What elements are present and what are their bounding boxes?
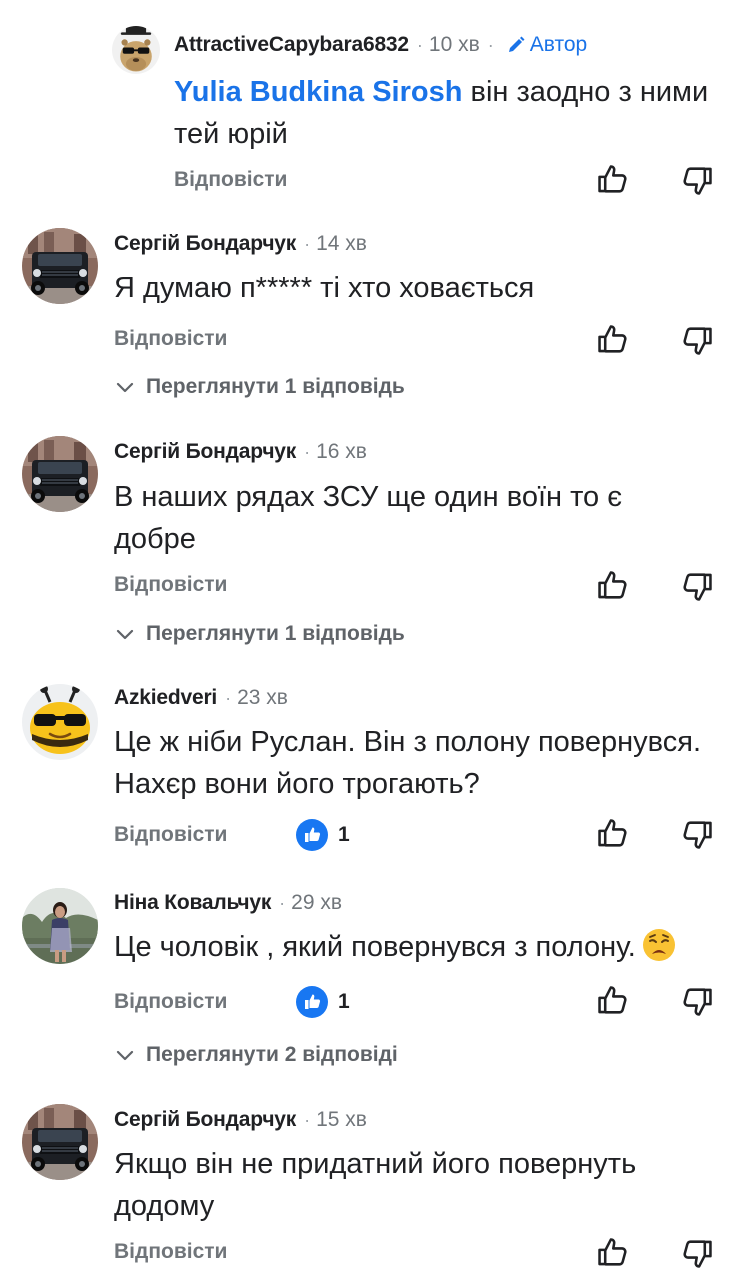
- view-replies-label: Переглянути 2 відповіді: [146, 1043, 398, 1066]
- car-avatar[interactable]: [22, 1104, 98, 1180]
- comment-body: Я думаю п***** ті хто ховається: [114, 272, 535, 304]
- like-reaction-icon: [296, 986, 328, 1018]
- comment-meta: AttractiveCapybara6832 · 10 хв · Автор: [174, 28, 587, 62]
- comment-meta: Ніна Ковальчук · 29 хв: [114, 886, 342, 920]
- bee-avatar[interactable]: [22, 684, 98, 760]
- comment-body: В наших рядах ЗСУ ще один воїн то є добр…: [114, 481, 623, 555]
- author-name[interactable]: Сергій Бондарчук: [114, 232, 296, 256]
- like-count: 1: [296, 819, 350, 851]
- thumbs-up-icon[interactable]: [596, 816, 630, 850]
- separator-dot: ·: [304, 1109, 311, 1130]
- reply-button[interactable]: Відповісти: [174, 168, 287, 192]
- like-count: 1: [296, 986, 350, 1018]
- view-replies-label: Переглянути 1 відповідь: [146, 622, 405, 645]
- reply-button[interactable]: Відповісти: [114, 1240, 227, 1264]
- pencil-icon: [506, 35, 526, 55]
- comment-meta: Сергій Бондарчук · 14 хв: [114, 227, 367, 261]
- timestamp: 10 хв: [428, 33, 480, 56]
- author-name[interactable]: AttractiveCapybara6832: [174, 33, 409, 57]
- separator-dot: ·: [279, 892, 286, 913]
- reply-button[interactable]: Відповісти: [114, 823, 227, 847]
- chevron-down-icon: [116, 380, 134, 394]
- comment-text: Це чоловік , який повернувся з полону.: [114, 926, 724, 968]
- comment-meta: Сергій Бондарчук · 15 хв: [114, 1103, 367, 1137]
- separator-dot: ·: [416, 34, 423, 55]
- author-name[interactable]: Azkiedveri: [114, 686, 217, 710]
- like-count-value: 1: [338, 823, 350, 846]
- thumbs-down-icon[interactable]: [680, 164, 714, 198]
- separator-dot: ·: [304, 233, 311, 254]
- thumbs-up-icon[interactable]: [596, 162, 630, 196]
- comment-text: Yulia Budkina Sirosh він заодно з ними т…: [174, 71, 724, 155]
- author-badge: Автор: [506, 33, 587, 57]
- thumbs-up-icon[interactable]: [596, 568, 630, 602]
- weary-face-emoji: [642, 928, 676, 962]
- separator-dot: ·: [487, 34, 494, 55]
- car-avatar[interactable]: [22, 436, 98, 512]
- thumbs-up-icon[interactable]: [596, 983, 630, 1017]
- comment-body: Це ж ніби Руслан. Він з полону повернувс…: [114, 726, 701, 800]
- comment-body: Якщо він не придатний його повернуть дод…: [114, 1148, 637, 1222]
- timestamp: 16 хв: [316, 440, 367, 463]
- timestamp: 23 хв: [237, 686, 288, 709]
- reply-button[interactable]: Відповісти: [114, 573, 227, 597]
- view-replies-button[interactable]: Переглянути 1 відповідь: [116, 622, 405, 646]
- reply-button[interactable]: Відповісти: [114, 990, 227, 1014]
- timestamp: 29 хв: [291, 891, 342, 914]
- thumbs-up-icon[interactable]: [596, 322, 630, 356]
- thumbs-up-icon[interactable]: [596, 1235, 630, 1269]
- car-avatar[interactable]: [22, 228, 98, 304]
- thumbs-down-icon[interactable]: [680, 324, 714, 358]
- thumbs-down-icon[interactable]: [680, 818, 714, 852]
- mention-link[interactable]: Yulia Budkina Sirosh: [174, 76, 462, 108]
- separator-dot: ·: [225, 687, 232, 708]
- comment-meta: Azkiedveri · 23 хв: [114, 681, 288, 715]
- reply-button[interactable]: Відповісти: [114, 327, 227, 351]
- author-name[interactable]: Ніна Ковальчук: [114, 891, 271, 915]
- chevron-down-icon: [116, 627, 134, 641]
- view-replies-button[interactable]: Переглянути 2 відповіді: [116, 1043, 398, 1067]
- comment-meta: Сергій Бондарчук · 16 хв: [114, 435, 367, 469]
- author-badge-label: Автор: [529, 33, 588, 56]
- like-reaction-icon: [296, 819, 328, 851]
- thumbs-down-icon[interactable]: [680, 985, 714, 1019]
- thumbs-down-icon[interactable]: [680, 570, 714, 604]
- timestamp: 14 хв: [316, 232, 367, 255]
- woman-photo-avatar[interactable]: [22, 888, 98, 964]
- timestamp: 15 хв: [316, 1108, 367, 1131]
- thumbs-down-icon[interactable]: [680, 1237, 714, 1271]
- view-replies-button[interactable]: Переглянути 1 відповідь: [116, 375, 405, 399]
- like-count-value: 1: [338, 990, 350, 1013]
- comment-body: Це чоловік , який повернувся з полону.: [114, 931, 636, 963]
- separator-dot: ·: [304, 441, 311, 462]
- author-name[interactable]: Сергій Бондарчук: [114, 1108, 296, 1132]
- chevron-down-icon: [116, 1048, 134, 1062]
- view-replies-label: Переглянути 1 відповідь: [146, 375, 405, 398]
- author-name[interactable]: Сергій Бондарчук: [114, 440, 296, 464]
- capybara-avatar[interactable]: [112, 26, 160, 74]
